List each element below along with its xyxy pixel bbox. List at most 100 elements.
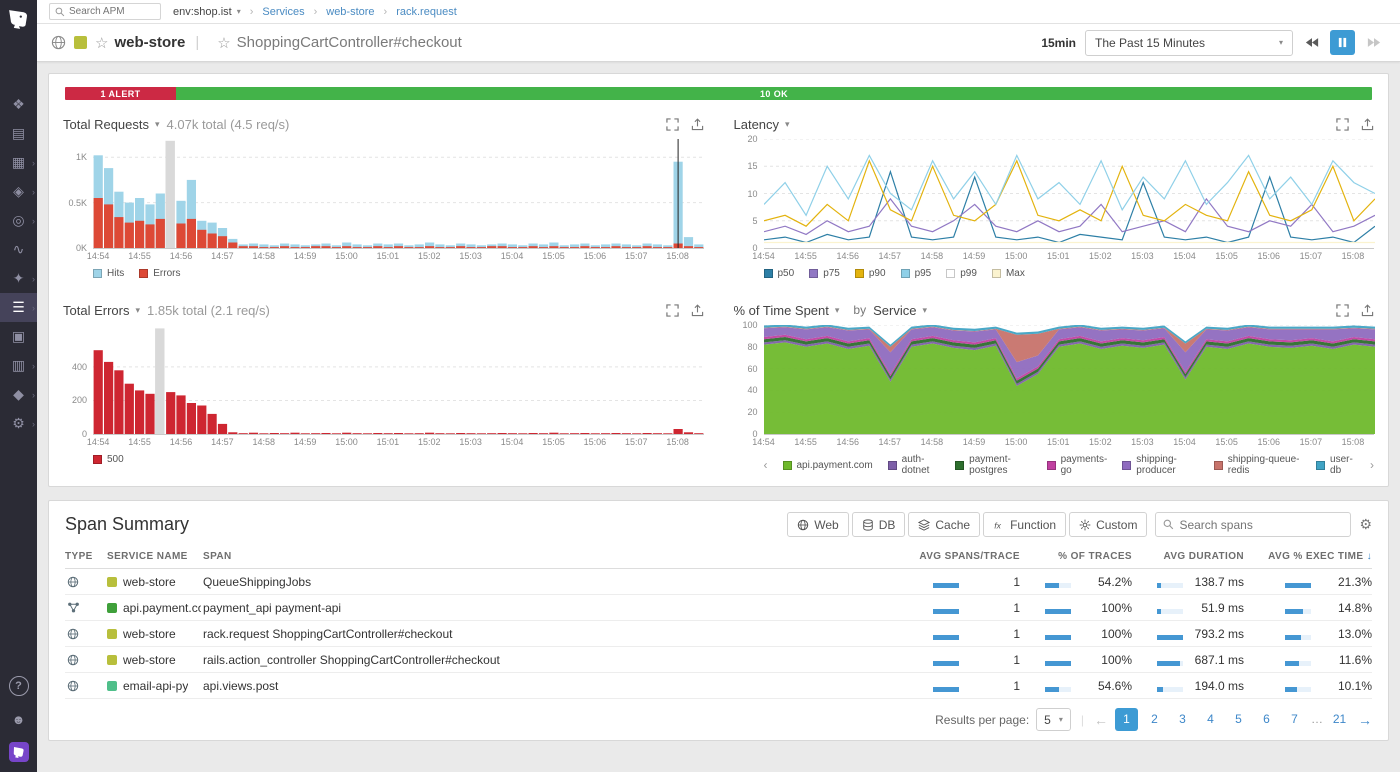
page-button-3[interactable]: 3	[1171, 708, 1194, 731]
account-icon[interactable]: ☻	[9, 709, 29, 729]
sort-desc-icon[interactable]: ↓	[1367, 551, 1372, 562]
col-service-name[interactable]: SERVICE NAME	[107, 551, 203, 562]
legend-item[interactable]: auth-dotnet	[888, 454, 941, 476]
avg-exec-time-value: 10.1%	[1320, 679, 1372, 693]
breadcrumb-link-web-store[interactable]: web-store	[326, 6, 374, 18]
group-by-select[interactable]: Service	[873, 303, 916, 318]
sidebar-item-monitors[interactable]: ◎›	[0, 206, 37, 235]
expand-icon[interactable]	[1336, 118, 1349, 131]
page-button-4[interactable]: 4	[1199, 708, 1222, 731]
expand-icon[interactable]	[666, 118, 679, 131]
export-icon[interactable]	[691, 304, 704, 317]
legend-item[interactable]: payment-postgres	[955, 454, 1031, 476]
sidebar-item-dashboards[interactable]: ▦›	[0, 148, 37, 177]
export-icon[interactable]	[691, 118, 704, 131]
pause-button[interactable]	[1330, 30, 1355, 55]
page-button-5[interactable]: 5	[1227, 708, 1250, 731]
legend-item[interactable]: p99	[946, 268, 977, 279]
sidebar-item-infrastructure[interactable]: ◈›	[0, 177, 37, 206]
sidebar-item-integrations[interactable]: ✦›	[0, 264, 37, 293]
chart-title[interactable]: Total Errors	[63, 303, 129, 318]
legend-label: 500	[107, 454, 124, 465]
sidebar-item-metrics[interactable]: ∿	[0, 235, 37, 264]
skip-back-button[interactable]	[1299, 30, 1324, 55]
legend-scroll-left-icon[interactable]: ‹	[764, 458, 768, 472]
help-icon[interactable]: ?	[9, 676, 29, 696]
legend-item[interactable]: Errors	[139, 268, 180, 279]
page-button-21[interactable]: 21	[1328, 708, 1351, 731]
col-avg-duration[interactable]: AVG DURATION	[1132, 551, 1244, 562]
filter-function-button[interactable]: fxFunction	[983, 512, 1066, 537]
legend-item[interactable]: p50	[764, 268, 795, 279]
table-settings-icon[interactable]: ⚙	[1359, 516, 1372, 533]
per-page-select[interactable]: 5 ▾	[1036, 708, 1071, 731]
sidebar-item-apm[interactable]: ☰›	[0, 293, 37, 322]
table-row[interactable]: email-api-pyapi.views.post154.6%194.0 ms…	[65, 673, 1372, 699]
chart-plot-area[interactable]	[93, 139, 704, 249]
chart-plot-area[interactable]	[93, 325, 704, 435]
legend-item[interactable]: api.payment.com	[783, 460, 873, 471]
chart-title[interactable]: Total Requests	[63, 117, 149, 132]
span-search-input[interactable]	[1179, 518, 1343, 532]
col-avg-spans-trace[interactable]: AVG SPANS/TRACE	[870, 551, 1020, 562]
legend-item[interactable]: shipping-producer	[1122, 454, 1198, 476]
datadog-logo-bottom[interactable]	[9, 742, 29, 762]
next-page-button[interactable]: →	[1358, 712, 1372, 728]
env-selector[interactable]: env:shop.ist ▾	[173, 6, 241, 18]
filter-db-button[interactable]: DB	[852, 512, 906, 537]
col-type[interactable]: TYPE	[65, 551, 107, 562]
legend-item[interactable]: p95	[901, 268, 932, 279]
legend-scroll-right-icon[interactable]: ›	[1370, 458, 1374, 472]
page-button-7[interactable]: 7	[1283, 708, 1306, 731]
datadog-logo[interactable]	[0, 0, 37, 38]
breadcrumb-link-services[interactable]: Services	[262, 6, 304, 18]
total-requests-chart: Total Requests ▾ 4.07k total (4.5 req/s)…	[63, 113, 704, 281]
expand-icon[interactable]	[1336, 304, 1349, 317]
sidebar-item-settings[interactable]: ⚙›	[0, 409, 37, 438]
sidebar-item-security[interactable]: ◆›	[0, 380, 37, 409]
chart-plot-area[interactable]	[764, 325, 1375, 435]
legend-item[interactable]: Hits	[93, 268, 124, 279]
expand-icon[interactable]	[666, 304, 679, 317]
export-icon[interactable]	[1361, 304, 1374, 317]
filter-custom-button[interactable]: Custom	[1069, 512, 1147, 537]
export-icon[interactable]	[1361, 118, 1374, 131]
table-row[interactable]: api.payment.compayment_api payment-api11…	[65, 595, 1372, 621]
page-button-2[interactable]: 2	[1143, 708, 1166, 731]
legend-item[interactable]: p75	[809, 268, 840, 279]
sidebar-item-logs[interactable]: ▥›	[0, 351, 37, 380]
sidebar-item-events[interactable]: ▤	[0, 119, 37, 148]
ok-segment[interactable]: 10 OK	[176, 87, 1372, 100]
alert-segment[interactable]: 1 ALERT	[65, 87, 176, 100]
table-row[interactable]: web-storeQueueShippingJobs154.2%138.7 ms…	[65, 569, 1372, 595]
sidebar-item-watchdog[interactable]: ❖	[0, 90, 37, 119]
col-span[interactable]: SPAN	[203, 551, 870, 562]
skip-forward-button[interactable]	[1361, 30, 1386, 55]
star-icon[interactable]: ☆	[95, 34, 108, 52]
chart-title[interactable]: Latency	[734, 117, 780, 132]
table-row[interactable]: web-storerails.action_controller Shoppin…	[65, 647, 1372, 673]
sidebar-item-notebooks[interactable]: ▣	[0, 322, 37, 351]
table-row[interactable]: web-storerack.request ShoppingCartContro…	[65, 621, 1372, 647]
legend-item[interactable]: user-db	[1316, 454, 1355, 476]
page-button-6[interactable]: 6	[1255, 708, 1278, 731]
chart-title[interactable]: % of Time Spent	[734, 303, 829, 318]
span-search-box[interactable]	[1155, 512, 1351, 537]
apm-search-input[interactable]	[69, 6, 153, 17]
filter-web-button[interactable]: Web	[787, 512, 848, 537]
legend-item[interactable]: Max	[992, 268, 1025, 279]
filter-cache-button[interactable]: Cache	[908, 512, 980, 537]
legend-item[interactable]: payments-go	[1047, 454, 1108, 476]
chart-plot-area[interactable]	[764, 139, 1375, 249]
col-pct-traces[interactable]: % OF TRACES	[1020, 551, 1132, 562]
legend-item[interactable]: 500	[93, 454, 124, 465]
page-button-1[interactable]: 1	[1115, 708, 1138, 731]
legend-item[interactable]: p90	[855, 268, 886, 279]
prev-page-button[interactable]: ←	[1094, 712, 1108, 728]
col-avg-exec-time[interactable]: AVG % EXEC TIME ↓	[1244, 551, 1372, 562]
time-range-select[interactable]: The Past 15 Minutes ▾	[1085, 30, 1293, 56]
breadcrumb-link-rack-request[interactable]: rack.request	[396, 6, 457, 18]
legend-item[interactable]: shipping-queue-redis	[1214, 454, 1301, 476]
apm-search-box[interactable]	[49, 3, 161, 20]
resource-star-icon[interactable]: ☆	[217, 34, 230, 52]
